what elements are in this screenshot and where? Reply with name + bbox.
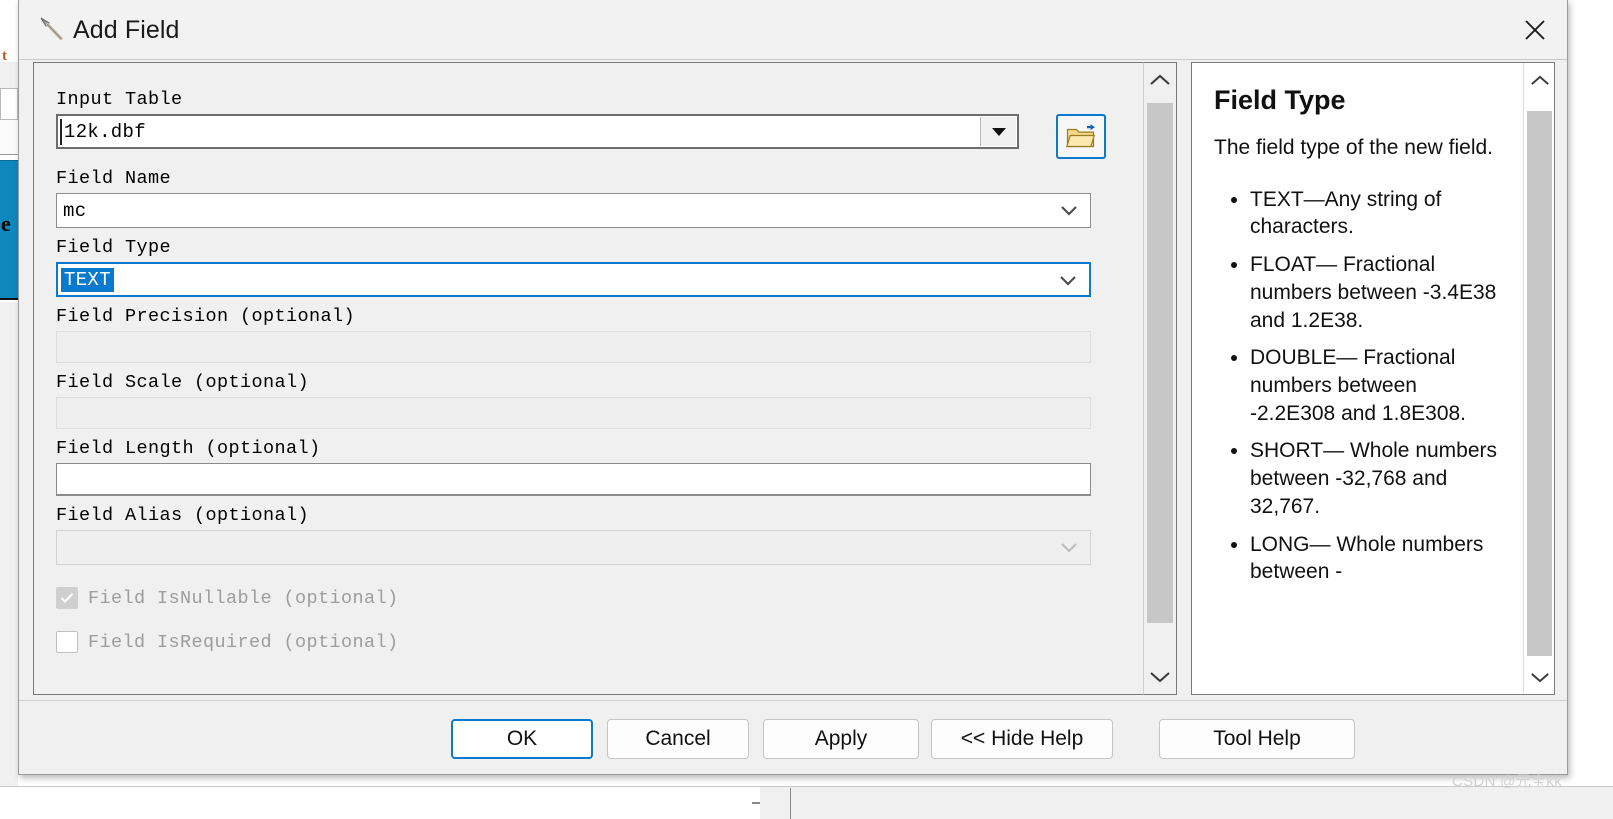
field-type-value: TEXT	[61, 267, 114, 292]
ok-button[interactable]: OK	[451, 719, 593, 759]
dialog-body: Input Table 12k.dbf Field Name mc Field …	[19, 60, 1567, 700]
apply-button[interactable]: Apply	[763, 719, 919, 759]
scroll-up-icon[interactable]	[1144, 63, 1176, 97]
field-isrequired-row[interactable]: Field IsRequired (optional)	[56, 631, 1121, 653]
parameters-scroll-area: Input Table 12k.dbf Field Name mc Field …	[34, 63, 1143, 694]
background-selected-label: e	[1, 211, 11, 236]
input-table-value: 12k.dbf	[64, 120, 146, 143]
field-isnullable-label: Field IsNullable (optional)	[88, 587, 399, 609]
background-panel-bottom	[0, 302, 18, 802]
background-taskbar-white	[0, 787, 760, 819]
field-isrequired-label: Field IsRequired (optional)	[88, 631, 399, 653]
field-precision-label: Field Precision (optional)	[56, 306, 356, 327]
tool-help-button[interactable]: Tool Help	[1159, 719, 1355, 759]
field-isnullable-row[interactable]: Field IsNullable (optional)	[56, 587, 1121, 609]
field-type-label: Field Type	[56, 237, 172, 258]
cancel-button[interactable]: Cancel	[607, 719, 749, 759]
dialog-titlebar: Add Field	[19, 0, 1567, 60]
parameters-scroll-thumb[interactable]	[1147, 103, 1173, 623]
field-isrequired-checkbox[interactable]	[56, 631, 78, 653]
field-length-input[interactable]	[56, 463, 1091, 496]
field-scale-input[interactable]	[56, 397, 1091, 429]
add-field-dialog: Add Field Input Table 12k.dbf Field Name…	[18, 0, 1568, 775]
field-scale-row: Field Scale (optional)	[56, 372, 1121, 429]
help-scrollbar[interactable]	[1523, 63, 1554, 694]
hammer-icon	[40, 17, 63, 41]
parameters-panel: Input Table 12k.dbf Field Name mc Field …	[33, 62, 1143, 695]
input-table-row: Input Table 12k.dbf	[56, 89, 1121, 159]
scroll-down-icon[interactable]	[1144, 660, 1176, 694]
background-dash	[752, 802, 760, 804]
help-list-item: DOUBLE— Fractional numbers between -2.2E…	[1250, 344, 1506, 427]
help-scroll-down-icon[interactable]	[1524, 660, 1555, 694]
field-name-combo[interactable]: mc	[56, 193, 1091, 228]
help-title: Field Type	[1214, 85, 1346, 115]
field-length-label: Field Length (optional)	[56, 438, 321, 459]
field-length-row: Field Length (optional)	[56, 438, 1121, 496]
field-alias-row: Field Alias (optional)	[56, 505, 1121, 565]
background-divider	[790, 788, 791, 819]
field-type-combo[interactable]: TEXT	[56, 262, 1091, 297]
help-list-item: TEXT—Any string of characters.	[1250, 186, 1506, 241]
help-content: Field Type The field type of the new fie…	[1192, 63, 1522, 694]
parameters-scrollbar[interactable]	[1143, 62, 1177, 695]
field-alias-combo[interactable]	[56, 530, 1091, 565]
dialog-title: Add Field	[73, 16, 180, 44]
field-name-value: mc	[63, 199, 87, 222]
field-scale-label: Field Scale (optional)	[56, 372, 310, 393]
chevron-down-icon	[1059, 274, 1077, 292]
field-isnullable-checkbox[interactable]	[56, 587, 78, 609]
help-list: TEXT—Any string of characters. FLOAT— Fr…	[1214, 186, 1506, 586]
field-name-row: Field Name mc	[56, 168, 1121, 228]
chevron-down-icon	[1060, 204, 1078, 222]
open-folder-icon	[1066, 123, 1096, 147]
field-precision-input[interactable]	[56, 331, 1091, 363]
watermark: CSDN @元宝kk	[1452, 773, 1562, 790]
input-table-label: Input Table	[56, 89, 183, 110]
help-scroll-thumb[interactable]	[1527, 111, 1552, 656]
help-intro: The field type of the new field.	[1214, 136, 1493, 159]
field-alias-label: Field Alias (optional)	[56, 505, 310, 526]
help-list-item: SHORT— Whole numbers between -32,768 and…	[1250, 437, 1506, 520]
background-panel-mid	[0, 120, 18, 155]
text-cursor	[60, 119, 62, 145]
chevron-down-icon	[1060, 541, 1078, 559]
table-icon	[0, 88, 18, 202]
dialog-footer: OK Cancel Apply << Hide Help Tool Help	[19, 700, 1567, 774]
close-icon[interactable]	[1503, 0, 1567, 59]
input-table-dropdown-arrow[interactable]	[980, 117, 1016, 146]
help-list-item: FLOAT— Fractional numbers between -3.4E3…	[1250, 251, 1506, 334]
field-precision-row: Field Precision (optional)	[56, 306, 1121, 363]
field-name-label: Field Name	[56, 168, 172, 189]
help-list-item: LONG— Whole numbers between -	[1250, 531, 1506, 586]
help-panel: Field Type The field type of the new fie…	[1191, 62, 1555, 695]
background-selected-item: e	[0, 160, 18, 300]
input-table-combo[interactable]: 12k.dbf	[56, 114, 1019, 149]
hide-help-button[interactable]: << Hide Help	[931, 719, 1113, 759]
browse-folder-button[interactable]	[1056, 114, 1106, 159]
field-type-row: Field Type TEXT	[56, 237, 1121, 297]
background-panel-top	[0, 62, 18, 90]
help-scroll-up-icon[interactable]	[1524, 63, 1555, 97]
